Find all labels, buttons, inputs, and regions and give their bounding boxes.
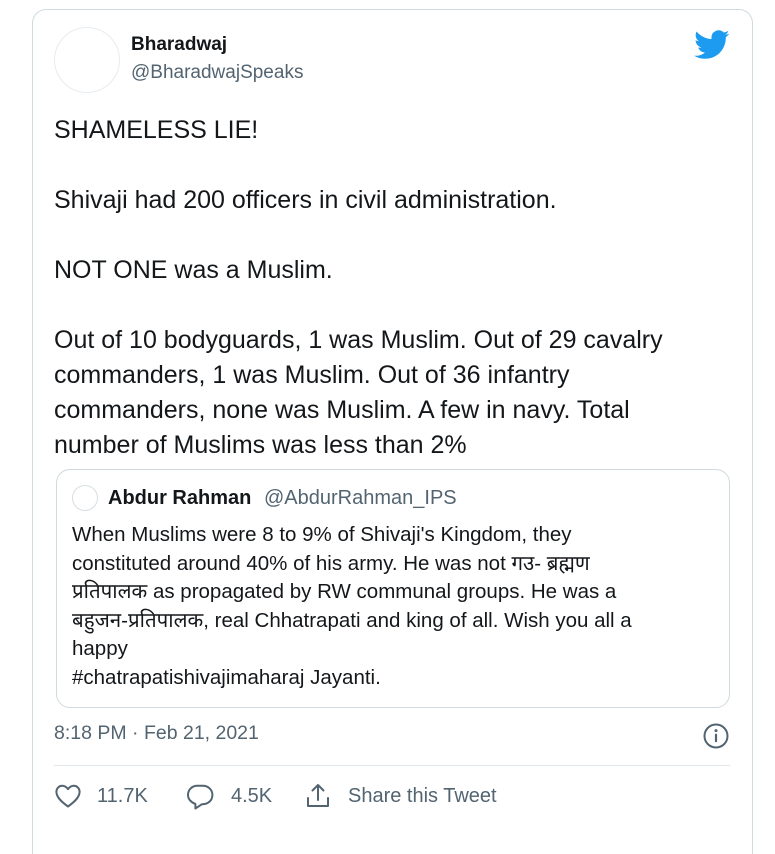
quoted-tweet-line: बहुजन-प्रतिपालक, real Chhatrapati and ki… — [72, 608, 632, 632]
quoted-tweet-line: happy — [72, 637, 128, 660]
actions-divider — [54, 765, 730, 766]
tweet-line: SHAMELESS LIE! — [54, 116, 259, 144]
quoted-tweet-line: प्रतिपालक as propagated by RW communal g… — [72, 580, 617, 603]
quoted-tweet-text: When Muslims were 8 to 9% of Shivaji's K… — [72, 521, 722, 692]
author-avatar[interactable] — [54, 27, 120, 93]
quoted-author-handle[interactable]: @AbdurRahman_IPS — [264, 487, 457, 510]
info-icon[interactable] — [702, 722, 730, 750]
like-count: 11.7K — [97, 784, 148, 807]
tweet-line-blank — [54, 148, 744, 183]
share-label: Share this Tweet — [348, 784, 497, 807]
quoted-tweet-line[interactable]: #chatrapatishivajimaharaj Jayanti. — [72, 664, 722, 693]
author-name[interactable]: Bharadwaj — [131, 34, 227, 56]
quoted-author-name[interactable]: Abdur Rahman — [108, 487, 251, 510]
tweet-line: commanders, none was Muslim. A few in na… — [54, 396, 630, 424]
twitter-bird-icon[interactable] — [694, 30, 730, 60]
reply-bubble-icon — [187, 784, 214, 810]
quoted-author-avatar[interactable] — [72, 485, 98, 511]
share-icon — [307, 784, 329, 807]
quoted-tweet-line: constituted around 40% of his army. He w… — [72, 551, 590, 575]
tweet-line: NOT ONE was a Muslim. — [54, 256, 333, 284]
like-button[interactable]: 11.7K — [54, 780, 148, 812]
quoted-tweet-line: When Muslims were 8 to 9% of Shivaji's K… — [72, 523, 572, 546]
author-handle[interactable]: @BharadwajSpeaks — [131, 62, 303, 84]
tweet-text: SHAMELESS LIE! Shivaji had 200 officers … — [54, 113, 744, 463]
reply-count: 4.5K — [231, 784, 273, 807]
tweet-line-blank — [54, 218, 744, 253]
tweet-line: Out of 10 bodyguards, 1 was Muslim. Out … — [54, 326, 663, 354]
heart-icon — [55, 784, 81, 808]
tweet-line-blank — [54, 288, 744, 323]
tweet-line: Shivaji had 200 officers in civil admini… — [54, 186, 557, 214]
share-button[interactable]: Share this Tweet — [304, 780, 497, 812]
tweet-line: number of Muslims was less than 2% — [54, 431, 467, 459]
tweet-timestamp[interactable]: 8:18 PM · Feb 21, 2021 — [54, 722, 259, 745]
reply-button[interactable]: 4.5K — [186, 780, 272, 812]
tweet-line: commanders, 1 was Muslim. Out of 36 infa… — [54, 361, 570, 389]
